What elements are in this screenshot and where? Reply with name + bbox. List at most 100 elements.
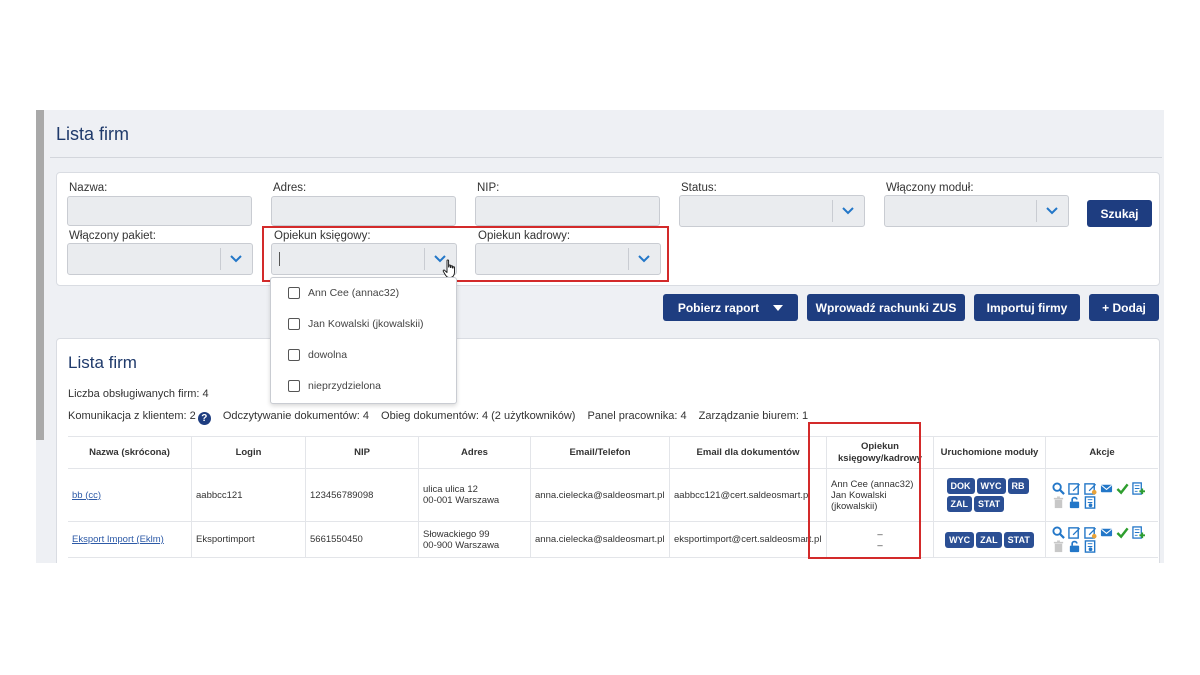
help-icon[interactable]: ? xyxy=(197,412,211,425)
col-actions-header: Akcje xyxy=(1045,436,1158,469)
checkbox[interactable] xyxy=(288,287,300,299)
scrollbar[interactable] xyxy=(36,110,44,440)
dropdown-option[interactable]: Jan Kowalski (jkowalskii) xyxy=(288,316,424,332)
document-edit-icon[interactable] xyxy=(1084,526,1097,539)
modules-cell: DOK WYC RB ZAL STAT xyxy=(933,468,1046,522)
nip-label: NIP: xyxy=(477,182,500,194)
edit-icon[interactable] xyxy=(1068,482,1081,495)
option-label: dowolna xyxy=(308,349,348,361)
trash-icon[interactable] xyxy=(1052,495,1065,509)
document-settings-icon[interactable] xyxy=(1084,495,1097,509)
col-address-header[interactable]: Adres xyxy=(418,436,531,469)
unlock-icon[interactable] xyxy=(1068,540,1081,553)
module-badge[interactable]: WYC xyxy=(976,478,1006,494)
module-badge[interactable]: STAT xyxy=(974,496,1005,512)
pakiet-label: Włączony pakiet: xyxy=(69,230,156,242)
document-edit-icon[interactable] xyxy=(1084,482,1097,495)
pakiet-select[interactable] xyxy=(67,243,253,275)
select-separator xyxy=(220,248,221,270)
check-icon[interactable] xyxy=(1116,526,1129,539)
dropdown-option[interactable]: dowolna xyxy=(288,347,347,363)
search-icon[interactable] xyxy=(1052,526,1065,539)
document-settings-icon[interactable] xyxy=(1084,540,1097,553)
ksiegowy-dropdown-menu: Ann Cee (annac32) Jan Kowalski (jkowalsk… xyxy=(270,277,457,404)
add-button[interactable]: + Dodaj xyxy=(1089,294,1159,321)
office-stat: Zarządzanie biurem: 1 xyxy=(698,410,809,422)
title-divider xyxy=(50,157,1162,158)
chevron-down-icon[interactable] xyxy=(1044,202,1060,218)
report-button[interactable]: Pobierz raport xyxy=(663,294,798,321)
address-cell: Słowackiego 99 00-900 Warszawa xyxy=(418,521,531,558)
module-stats: Komunikacja z klientem: 2? Odczytywanie … xyxy=(68,410,808,425)
company-name-cell: Eksport Import (Eklm) xyxy=(68,521,192,558)
adres-input[interactable] xyxy=(271,196,456,226)
col-doc-email-header[interactable]: Email dla dokumentów xyxy=(669,436,827,469)
chevron-down-icon[interactable] xyxy=(228,250,244,266)
flow-stat: Obieg dokumentów: 4 (2 użytkowników) xyxy=(381,410,576,422)
address-line: 00-001 Warszawa xyxy=(423,495,500,506)
caret-down-icon xyxy=(773,304,784,311)
modul-select[interactable] xyxy=(884,195,1069,227)
module-badge[interactable]: STAT xyxy=(1003,531,1034,548)
option-label: Ann Cee (annac32) xyxy=(308,287,400,299)
zus-button[interactable]: Wprowadź rachunki ZUS xyxy=(807,294,965,321)
col-nip-header[interactable]: NIP xyxy=(305,436,419,469)
status-label: Status: xyxy=(681,182,717,194)
module-badge[interactable]: ZAL xyxy=(946,496,972,512)
company-table: Nazwa (skrócona) Login NIP Adres Email/T… xyxy=(68,436,1158,558)
chevron-down-icon[interactable] xyxy=(840,202,856,218)
company-name-link[interactable]: Eksport Import (Eklm) xyxy=(72,534,164,545)
panel-stat: Panel pracownika: 4 xyxy=(587,410,687,422)
col-modules-header: Uruchomione moduły xyxy=(933,436,1046,469)
add-document-icon[interactable] xyxy=(1132,481,1145,495)
table-row: bb (cc) aabbcc121 123456789098 ulica uli… xyxy=(68,468,1158,522)
module-badge[interactable]: RB xyxy=(1007,478,1029,494)
company-count: Liczba obsługiwanych firm: 4 xyxy=(68,388,209,400)
company-name-cell: bb (cc) xyxy=(68,468,192,522)
nazwa-input[interactable] xyxy=(67,196,252,226)
module-badge[interactable]: WYC xyxy=(945,531,975,548)
import-button[interactable]: Importuj firmy xyxy=(974,294,1080,321)
login-cell: aabbcc121 xyxy=(191,468,306,522)
col-email-header[interactable]: Email/Telefon xyxy=(530,436,670,469)
email-cell: anna.cielecka@saldeosmart.pl xyxy=(530,521,670,558)
address-line: 00-900 Warszawa xyxy=(423,539,500,551)
app-window: Lista firm Nazwa: Adres: NIP: Status: Wł… xyxy=(36,110,1164,563)
company-name-link[interactable]: bb (cc) xyxy=(72,490,101,501)
add-document-icon[interactable] xyxy=(1132,526,1145,539)
page-title: Lista firm xyxy=(56,124,130,144)
search-icon[interactable] xyxy=(1052,481,1065,495)
trash-icon[interactable] xyxy=(1052,540,1065,553)
mail-icon[interactable] xyxy=(1100,482,1113,495)
nip-cell: 5661550450 xyxy=(305,521,419,558)
nip-input[interactable] xyxy=(475,196,660,226)
nazwa-label: Nazwa: xyxy=(69,182,108,194)
dropdown-option[interactable]: Ann Cee (annac32) xyxy=(288,285,399,301)
col-login-header[interactable]: Login xyxy=(191,436,306,469)
edit-icon[interactable] xyxy=(1068,526,1081,539)
communication-stat: Komunikacja z klientem: 2 xyxy=(68,410,196,422)
select-separator xyxy=(832,200,833,222)
checkbox[interactable] xyxy=(288,318,300,330)
doc-email-cell: aabbcc121@cert.saldeosmart.pl xyxy=(669,468,827,522)
table-header-row: Nazwa (skrócona) Login NIP Adres Email/T… xyxy=(68,436,1158,469)
login-cell: Eksportimport xyxy=(191,521,306,558)
doc-email-cell: eksportimport@cert.saldeosmart.pl xyxy=(669,521,827,558)
unlock-icon[interactable] xyxy=(1068,496,1081,509)
checkbox[interactable] xyxy=(288,349,300,361)
table-row: Eksport Import (Eklm) Eksportimport 5661… xyxy=(68,521,1158,558)
checkbox[interactable] xyxy=(288,380,300,392)
highlight-guardian-column xyxy=(808,422,921,559)
email-cell: anna.cielecka@saldeosmart.pl xyxy=(530,468,670,522)
reading-stat: Odczytywanie dokumentów: 4 xyxy=(222,410,369,422)
module-badge[interactable]: DOK xyxy=(946,478,975,494)
mail-icon[interactable] xyxy=(1100,526,1113,539)
search-button[interactable]: Szukaj xyxy=(1087,200,1152,227)
actions-cell xyxy=(1045,468,1158,522)
module-badge[interactable]: ZAL xyxy=(976,531,1002,548)
status-select[interactable] xyxy=(679,195,865,227)
col-name-header[interactable]: Nazwa (skrócona) xyxy=(68,436,192,469)
dropdown-option[interactable]: nieprzydzielona xyxy=(288,378,381,394)
list-title: Lista firm xyxy=(68,353,137,372)
check-icon[interactable] xyxy=(1116,482,1129,495)
